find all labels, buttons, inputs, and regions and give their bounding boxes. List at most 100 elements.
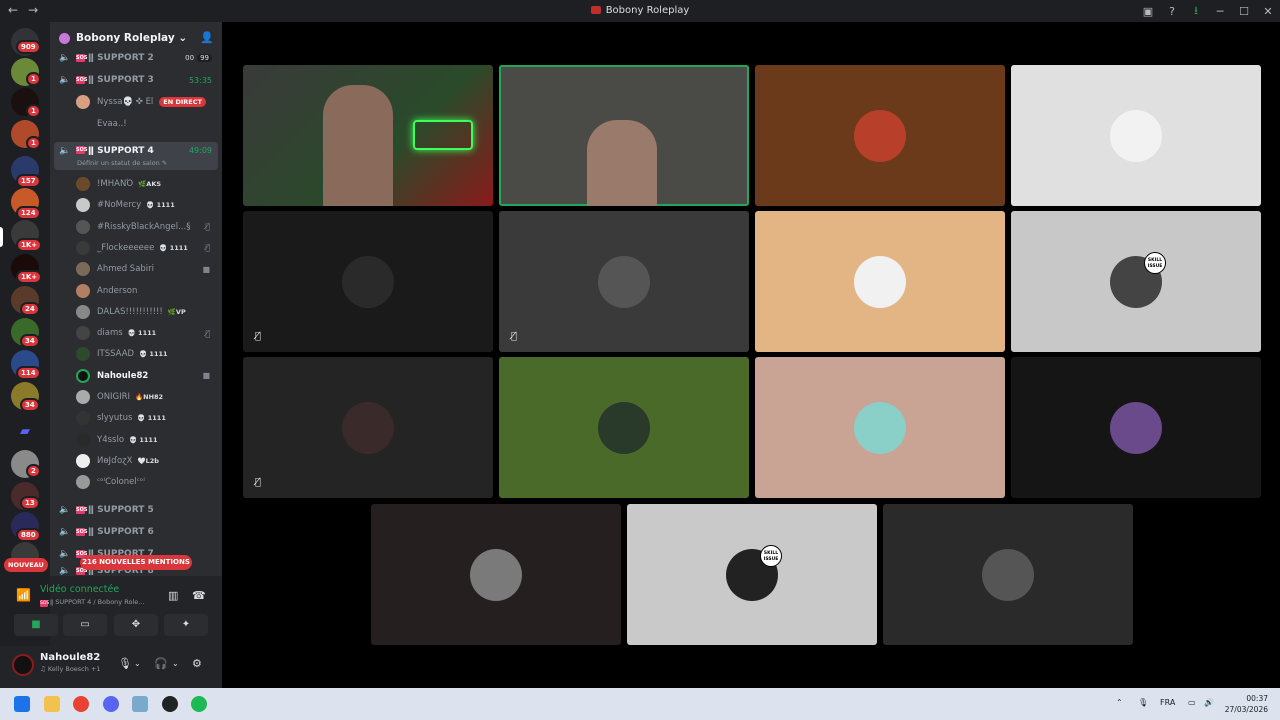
help-icon[interactable]: ? bbox=[1160, 5, 1184, 18]
language-indicator[interactable]: FRA bbox=[1160, 698, 1175, 707]
participant-avatar bbox=[854, 401, 906, 454]
avatar bbox=[76, 368, 90, 383]
voice-channel-support6[interactable]: 🔈 SOS ǁ SUPPORT 6 bbox=[54, 522, 218, 542]
voice-user[interactable]: DALAS!!!!!!!!!!! 🌿VP bbox=[76, 302, 218, 322]
voice-user[interactable]: Evaa..! bbox=[76, 114, 218, 134]
voice-user[interactable]: ИөЈɗοɀX 🤍L2b bbox=[76, 451, 218, 471]
video-stream-tile[interactable] bbox=[243, 65, 493, 206]
start-menu-icon[interactable] bbox=[14, 696, 30, 712]
participant-tile[interactable]: 🎙̸ bbox=[499, 211, 749, 352]
unread-badge: 1K+ bbox=[16, 238, 43, 252]
download-icon[interactable]: ⭳ bbox=[1184, 2, 1208, 21]
channel-status[interactable]: Définir un statut de salon ✎ bbox=[77, 159, 167, 167]
unread-badge: 34 bbox=[20, 398, 40, 412]
app-icon[interactable] bbox=[162, 696, 178, 712]
participant-tile[interactable] bbox=[883, 504, 1133, 645]
soundboard-button[interactable]: ✦ bbox=[164, 614, 208, 636]
voice-user[interactable]: Nyssa💀 ✜ El EN DIRECT bbox=[76, 92, 218, 112]
voice-channel-support4[interactable]: 🔈 SOS ǁ SUPPORT 4 49:09 Définir un statut … bbox=[54, 142, 218, 170]
participant-tile[interactable] bbox=[1011, 357, 1261, 498]
voice-status[interactable]: Vidéo connectée bbox=[40, 584, 119, 595]
speaker-icon: 🔈 bbox=[59, 146, 71, 156]
spotify-icon[interactable] bbox=[191, 696, 207, 712]
participant-tile[interactable] bbox=[1011, 65, 1261, 206]
new-unread-badge[interactable]: NOUVEAU bbox=[4, 558, 48, 572]
folder-icon[interactable]: ▰ bbox=[11, 418, 39, 446]
user-tag: 🌿AKS bbox=[138, 180, 162, 188]
avatar bbox=[76, 262, 90, 277]
server-icon bbox=[59, 32, 70, 44]
voice-user[interactable]: diams 💀 1111 🎙̸ bbox=[76, 323, 218, 343]
file-explorer-icon[interactable] bbox=[44, 696, 60, 712]
user-avatar[interactable] bbox=[12, 654, 34, 676]
video-stream-tile[interactable] bbox=[499, 65, 749, 206]
chevron-down-icon[interactable]: ⌄ bbox=[172, 659, 179, 668]
username[interactable]: Nahoule82 bbox=[40, 652, 100, 663]
avatar bbox=[76, 95, 90, 109]
unread-badge: 114 bbox=[16, 366, 41, 380]
camera-button[interactable]: ■ bbox=[14, 614, 58, 636]
invite-people-icon[interactable]: 👤 bbox=[200, 31, 214, 44]
voice-user[interactable]: !ΜΗΑΝΌ 🌿AKS bbox=[76, 174, 218, 194]
voice-user[interactable]: #RisskyBlackAngel...§ 🎙̸ bbox=[76, 217, 218, 237]
close-icon[interactable]: ✕ bbox=[1256, 5, 1280, 18]
microphone-icon[interactable]: 🎙 bbox=[118, 657, 132, 670]
voice-location[interactable]: SOSǁ SUPPORT 4 / Bobony Role... bbox=[40, 598, 144, 607]
voice-user[interactable]: _Flockeeeeee 💀 1111 🎙̸ bbox=[76, 238, 218, 258]
network-icon[interactable]: ▭ bbox=[1188, 698, 1196, 707]
voice-user[interactable]: ᶜᵒˡColonelᶜᵒˡ bbox=[76, 472, 218, 492]
participant-tile[interactable] bbox=[755, 211, 1005, 352]
participant-tile[interactable]: SKILL ISSUE bbox=[1011, 211, 1261, 352]
voice-channel-support3[interactable]: 🔈 SOS ǁ SUPPORT 3 53:35 bbox=[54, 70, 218, 90]
participant-tile[interactable] bbox=[755, 65, 1005, 206]
volume-icon[interactable]: 🔊 bbox=[1204, 698, 1214, 707]
participant-tile[interactable] bbox=[755, 357, 1005, 498]
voice-channel-support5[interactable]: 🔈 SOS ǁ SUPPORT 5 bbox=[54, 500, 218, 520]
activities-button[interactable]: ✥ bbox=[114, 614, 158, 636]
discord-icon[interactable] bbox=[103, 696, 119, 712]
participant-tile[interactable] bbox=[371, 504, 621, 645]
voice-user[interactable]: Nahoule82 ■ bbox=[76, 366, 218, 386]
inbox-icon[interactable]: ▣ bbox=[1136, 5, 1160, 18]
participant-tile[interactable]: 🎙̸ bbox=[243, 211, 493, 352]
headphones-icon[interactable]: 🎧 bbox=[154, 657, 168, 670]
chevron-down-icon[interactable]: ⌄ bbox=[134, 659, 141, 668]
webcam-person bbox=[323, 85, 393, 206]
unread-badge: 1 bbox=[26, 104, 41, 118]
call-timer: 49:09 bbox=[188, 146, 212, 155]
signal-strength-icon[interactable]: 📶 bbox=[16, 588, 31, 602]
participant-tile[interactable] bbox=[499, 357, 749, 498]
minimize-icon[interactable]: ─ bbox=[1208, 5, 1232, 18]
avatar bbox=[76, 198, 90, 213]
voice-user[interactable]: Anderson bbox=[76, 281, 218, 301]
voice-user[interactable]: #NoMercy 💀 1111 bbox=[76, 195, 218, 215]
settings-gear-icon[interactable]: ⚙ bbox=[192, 657, 202, 670]
participant-avatar bbox=[1110, 401, 1162, 454]
participant-tile[interactable]: 🎙̸ bbox=[243, 357, 493, 498]
user-name: ИөЈɗοɀX bbox=[97, 455, 133, 466]
participant-tile[interactable]: SKILL ISSUE bbox=[627, 504, 877, 645]
chrome-icon[interactable] bbox=[73, 696, 89, 712]
voice-channel-support2[interactable]: 🔈 SOS ǁ SUPPORT 2 00 99 bbox=[54, 48, 218, 68]
user-tag: 💀 1111 bbox=[127, 329, 157, 338]
screen-share-button[interactable]: ▭ bbox=[63, 614, 107, 636]
voice-user[interactable]: Ahmed Sabiri ■ bbox=[76, 259, 218, 279]
selected-indicator bbox=[0, 227, 3, 247]
clock[interactable]: 00:37 27/03/2026 bbox=[1225, 693, 1268, 715]
noise-suppression-icon[interactable]: ▥ bbox=[168, 589, 178, 602]
user-tag: 🌿VP bbox=[167, 307, 186, 316]
chevron-up-icon[interactable]: ⌃ bbox=[1116, 698, 1123, 707]
voice-user[interactable]: ITSSAAD 💀 1111 bbox=[76, 344, 218, 364]
microphone-icon[interactable]: 🎙 bbox=[1138, 698, 1148, 707]
user-tag: 💀 1111 bbox=[159, 243, 188, 252]
new-mentions-button[interactable]: 216 NOUVELLES MENTIONS bbox=[80, 555, 192, 570]
voice-user[interactable]: slyyutus 💀 1111 bbox=[76, 408, 218, 428]
voice-user[interactable]: ONIGIRI 🔥NH82 bbox=[76, 387, 218, 407]
speaker-icon: 🔈 bbox=[59, 505, 71, 515]
avatar bbox=[76, 432, 90, 447]
app-icon[interactable] bbox=[132, 696, 148, 712]
voice-user[interactable]: Y4sslo 💀 1111 bbox=[76, 430, 218, 450]
disconnect-icon[interactable]: ☎ bbox=[192, 589, 206, 602]
maximize-icon[interactable]: ☐ bbox=[1232, 5, 1256, 18]
user-name: Anderson bbox=[97, 285, 138, 296]
